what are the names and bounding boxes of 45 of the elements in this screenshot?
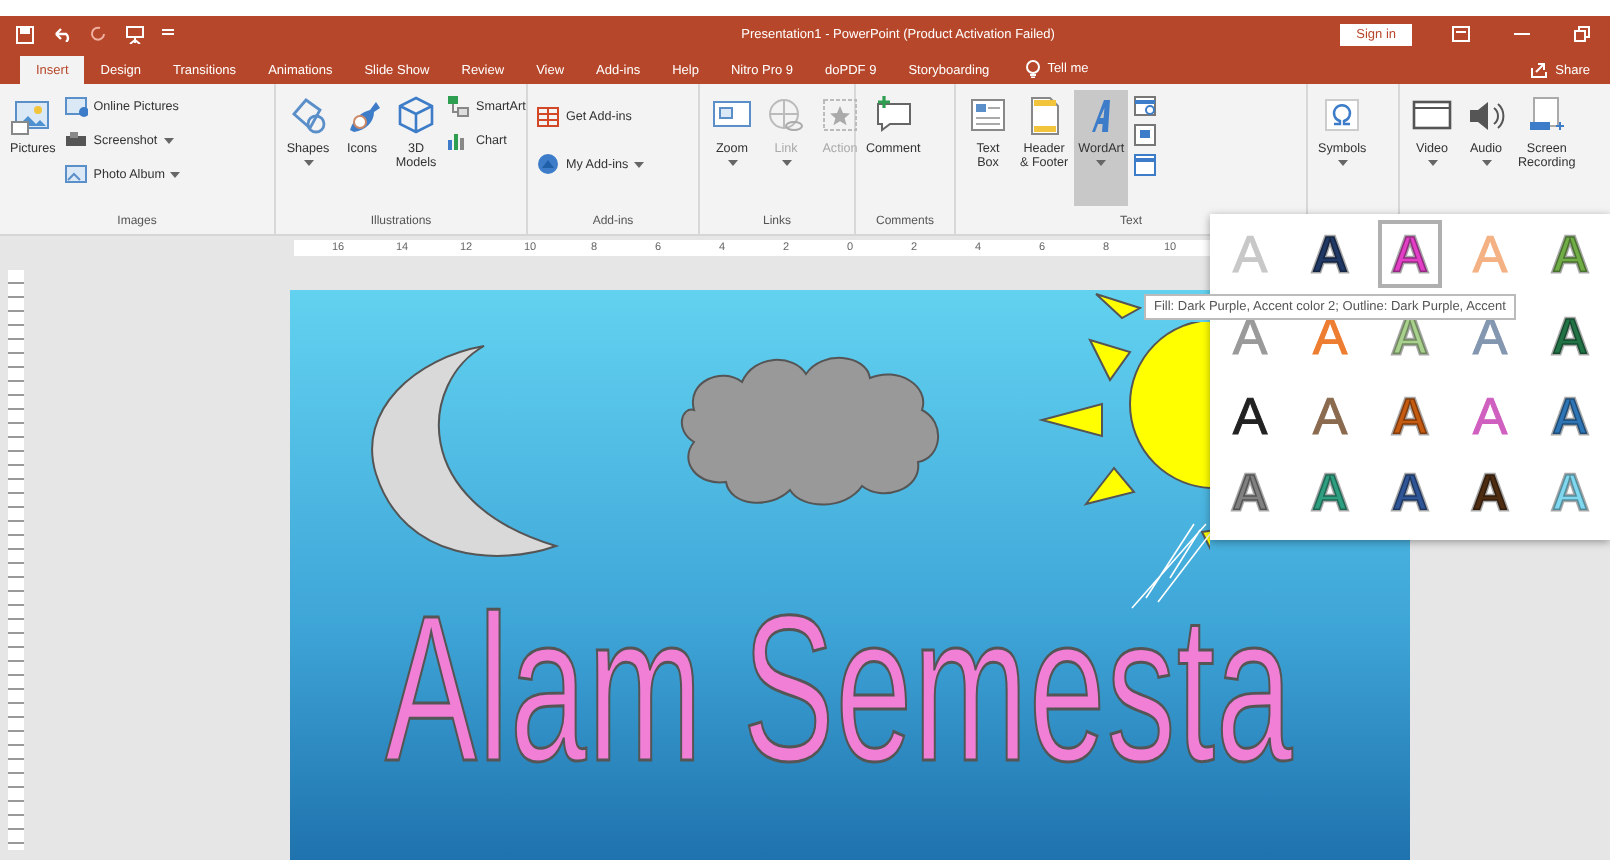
online-pictures-icon: [63, 94, 88, 118]
wordart-style[interactable]: A: [1458, 458, 1522, 526]
redo-icon[interactable]: [90, 26, 108, 42]
wordart-style[interactable]: A: [1538, 382, 1602, 450]
caret-icon: [1337, 160, 1348, 167]
wordart-style[interactable]: A: [1538, 302, 1602, 370]
wordart-style[interactable]: A: [1458, 382, 1522, 450]
caret-icon: [727, 160, 737, 167]
caret-icon: [634, 161, 645, 167]
restore-icon[interactable]: [1574, 26, 1590, 42]
cube-icon: [394, 94, 438, 138]
photo-album-icon: [63, 162, 88, 186]
caret-icon: [1096, 160, 1107, 167]
undo-icon[interactable]: [52, 26, 72, 42]
sun-ray-drawing: [1094, 292, 1142, 320]
wordart-style[interactable]: A: [1298, 382, 1362, 450]
wordart-style[interactable]: A: [1378, 382, 1442, 450]
wordart-style[interactable]: A: [1378, 220, 1442, 288]
wordart-style[interactable]: A: [1218, 458, 1282, 526]
wordart-style[interactable]: A: [1218, 382, 1282, 450]
presentation-icon[interactable]: [126, 25, 144, 43]
screenshot-icon: [63, 128, 88, 152]
lightbulb-icon: [1025, 60, 1040, 78]
shapes-icon: [286, 94, 330, 138]
slide-number-icon[interactable]: [1134, 124, 1157, 146]
caret-icon: [1481, 160, 1491, 167]
calendar-icon[interactable]: [1134, 94, 1157, 116]
caret-icon: [170, 171, 181, 177]
wordart-style[interactable]: A: [1378, 458, 1442, 526]
caret-icon: [1427, 160, 1437, 167]
chart-icon: [446, 128, 470, 152]
wordart-title: Alam Semesta: [383, 572, 1296, 810]
caret-icon: [303, 160, 313, 167]
comment-icon: [871, 94, 916, 138]
wordart-style[interactable]: A: [1298, 220, 1362, 288]
caret-icon: [781, 160, 791, 167]
smartart-icon: [446, 94, 470, 118]
customize-icon[interactable]: [162, 28, 174, 40]
save-icon[interactable]: [16, 25, 34, 43]
object-icon[interactable]: [1134, 154, 1157, 176]
caret-icon: [163, 137, 174, 143]
share-icon: [1529, 62, 1548, 78]
wordart-style[interactable]: A: [1538, 220, 1602, 288]
ribbon-display-icon[interactable]: [1452, 26, 1470, 42]
wordart-style[interactable]: A: [1298, 458, 1362, 526]
